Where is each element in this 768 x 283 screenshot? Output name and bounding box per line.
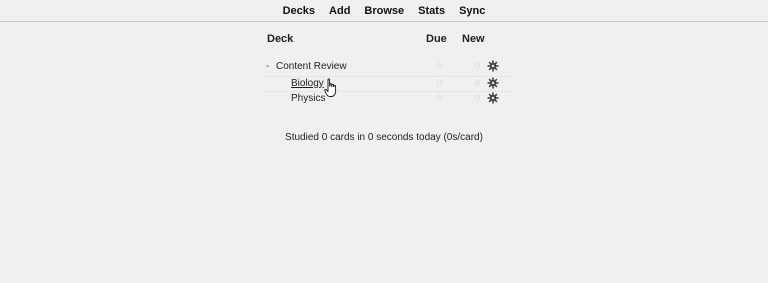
toolbar-sync-link[interactable]: Sync	[452, 5, 492, 17]
gear-icon[interactable]	[487, 60, 499, 72]
new-count: 0	[475, 61, 481, 71]
deck-browser: Decks Add Browse Stats Sync Deck Due New…	[0, 0, 768, 283]
due-count: 0	[437, 93, 443, 103]
new-count: 0	[475, 77, 481, 88]
deck-row-content-review: - Content Review 0 0	[262, 60, 512, 76]
new-column-header: New	[462, 33, 485, 45]
deck-list: - Content Review 0 0 Biology 0 0 Physics…	[262, 60, 512, 107]
due-count: 0	[437, 61, 443, 71]
new-count: 0	[475, 93, 481, 103]
toolbar-divider	[0, 21, 768, 22]
toolbar-add-link[interactable]: Add	[322, 5, 357, 17]
study-summary: Studied 0 cards in 0 seconds today (0s/c…	[285, 132, 483, 143]
gear-icon[interactable]	[487, 77, 499, 89]
hand-pointer-icon	[324, 78, 338, 98]
deck-table: Deck Due New - Content Review 0 0 Biolog…	[262, 30, 512, 104]
deck-row-physics: Physics 0 0	[262, 91, 512, 107]
due-column-header: Due	[426, 33, 447, 45]
deck-table-header: Deck Due New	[262, 30, 512, 48]
toolbar-browse-link[interactable]: Browse	[357, 5, 411, 17]
toolbar-decks-link[interactable]: Decks	[276, 5, 322, 17]
toolbar-stats-link[interactable]: Stats	[411, 5, 452, 17]
deck-column-header: Deck	[267, 33, 294, 45]
due-count: 0	[437, 77, 443, 88]
deck-name-content-review[interactable]: Content Review	[276, 61, 347, 72]
deck-name-physics[interactable]: Physics	[291, 93, 325, 104]
top-toolbar: Decks Add Browse Stats Sync	[0, 0, 768, 21]
gear-icon[interactable]	[487, 92, 499, 104]
deck-name-biology[interactable]: Biology	[291, 78, 324, 89]
deck-row-biology: Biology 0 0	[262, 75, 512, 92]
collapse-toggle[interactable]: -	[266, 61, 274, 72]
